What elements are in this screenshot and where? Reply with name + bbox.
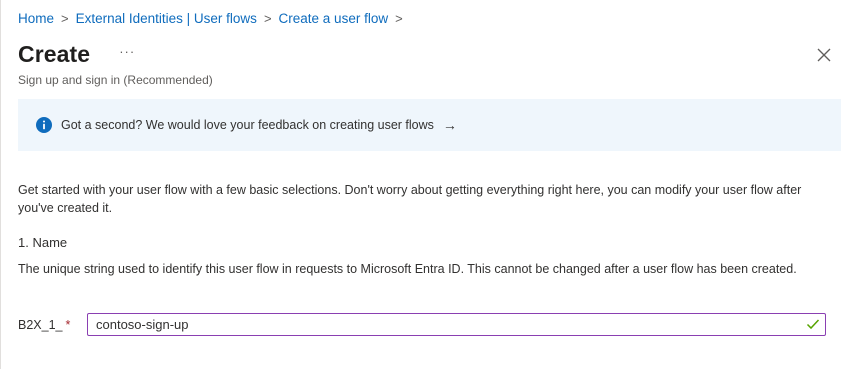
checkmark-icon xyxy=(806,319,820,330)
breadcrumb-separator: > xyxy=(61,11,69,26)
page-title: Create xyxy=(18,41,91,67)
breadcrumb-separator: > xyxy=(395,11,403,26)
breadcrumb-user-flows[interactable]: External Identities | User flows xyxy=(76,11,257,26)
close-button[interactable] xyxy=(814,45,834,65)
page-left-border xyxy=(0,0,1,369)
breadcrumb: Home > External Identities | User flows … xyxy=(18,11,410,26)
name-prefix: B2X_1_ xyxy=(18,317,63,332)
close-icon xyxy=(817,48,831,62)
feedback-banner[interactable]: Got a second? We would love your feedbac… xyxy=(18,99,841,151)
name-field-label: B2X_1_ * xyxy=(18,318,87,332)
breadcrumb-create-user-flow[interactable]: Create a user flow xyxy=(279,11,389,26)
breadcrumb-home[interactable]: Home xyxy=(18,11,54,26)
more-options-button[interactable]: ··· xyxy=(119,44,135,59)
title-row: Create ··· xyxy=(18,41,135,68)
info-icon xyxy=(36,117,52,133)
name-input-wrapper xyxy=(87,313,826,336)
user-flow-name-input[interactable] xyxy=(87,313,826,336)
page-subtitle: Sign up and sign in (Recommended) xyxy=(18,73,213,87)
feedback-banner-text: Got a second? We would love your feedbac… xyxy=(61,118,434,132)
name-section-description: The unique string used to identify this … xyxy=(18,262,797,276)
name-field-row: B2X_1_ * xyxy=(18,313,826,336)
intro-text: Get started with your user flow with a f… xyxy=(18,183,802,215)
breadcrumb-separator: > xyxy=(263,11,272,26)
required-marker: * xyxy=(65,317,71,332)
name-section-heading: 1. Name xyxy=(18,235,68,250)
arrow-right-icon: → xyxy=(442,117,457,133)
